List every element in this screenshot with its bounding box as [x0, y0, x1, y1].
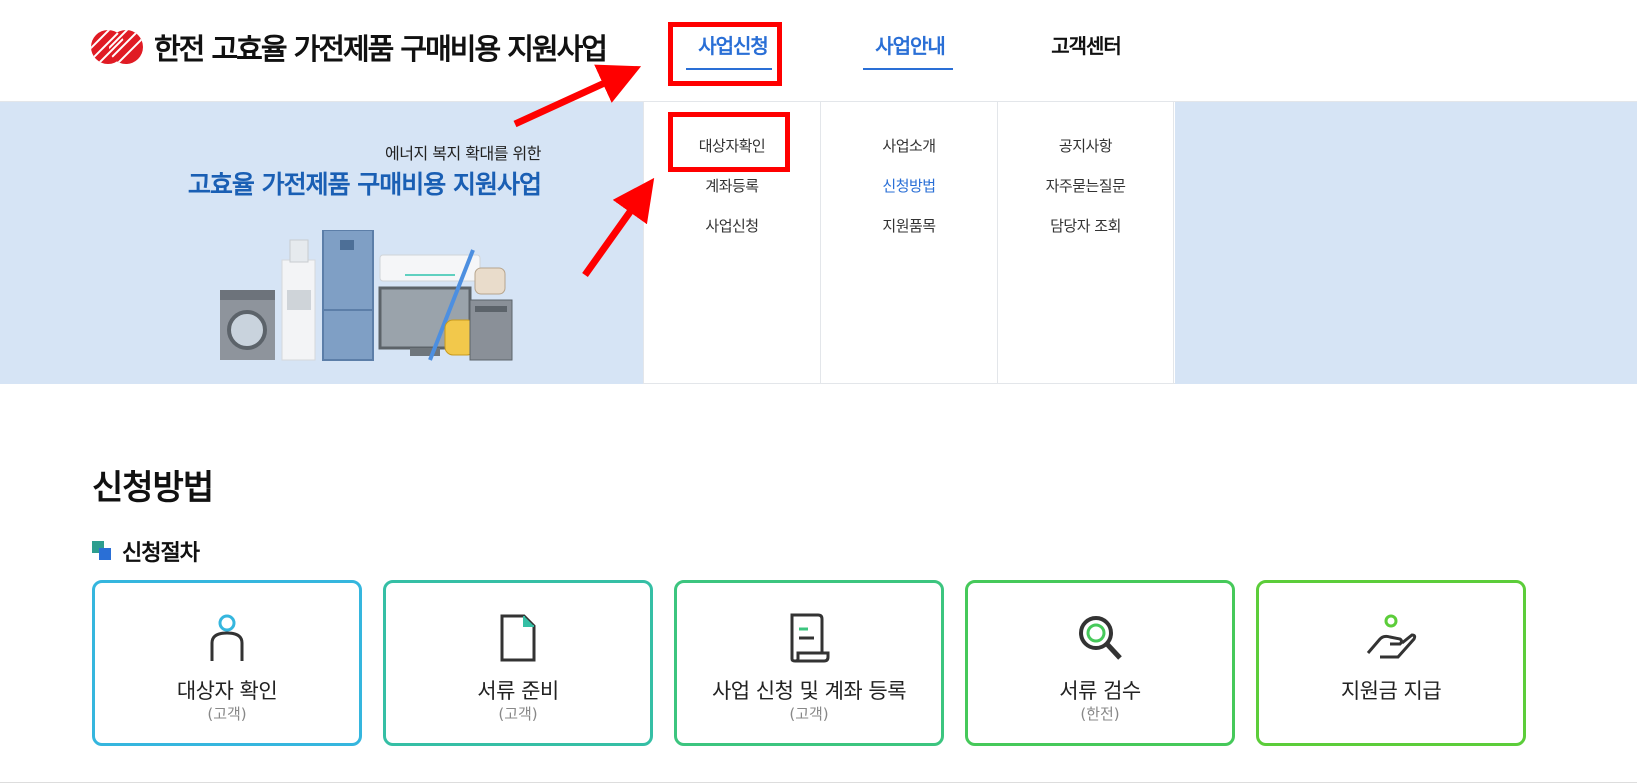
step-actor: (고객) — [207, 705, 247, 723]
logo-text: 한전 고효율 가전제품 구매비용 지원사업 — [154, 32, 608, 66]
step-payment: 지원금 지급 — [1256, 580, 1526, 746]
menu-notices[interactable]: 공지사항 — [998, 132, 1173, 172]
bullet-squares-icon — [92, 541, 112, 561]
kepco-logo-icon — [91, 30, 143, 64]
step-application: 사업 신청 및 계좌 등록 (고객) — [674, 580, 944, 746]
annotation-box-menu — [668, 112, 790, 172]
menu-account-registration[interactable]: 계좌등록 — [644, 172, 820, 212]
step-documents: 서류 준비 (고객) — [383, 580, 653, 746]
menu-business-application[interactable]: 사업신청 — [644, 212, 820, 252]
section-title: 신청절차 — [122, 541, 200, 566]
site-header: 한전 고효율 가전제품 구매비용 지원사업 사업신청 사업안내 고객센터 — [0, 0, 1637, 102]
nav-customer-center[interactable]: 고객센터 — [1046, 30, 1126, 59]
page-title: 신청방법 — [92, 468, 214, 508]
footer-divider — [0, 782, 1637, 783]
appliances-illustration — [220, 230, 513, 361]
step-label: 사업 신청 및 계좌 등록 — [711, 679, 907, 703]
menu-application-method[interactable]: 신청방법 — [821, 172, 997, 212]
magnifier-icon — [968, 613, 1232, 667]
step-label: 서류 검수 — [1059, 679, 1141, 703]
step-label: 대상자 확인 — [176, 679, 278, 703]
banner-right-fill — [1175, 102, 1637, 384]
step-eligibility: 대상자 확인 (고객) — [92, 580, 362, 746]
person-icon — [95, 613, 359, 667]
nav-guide-underline — [863, 68, 953, 70]
menu-support-items[interactable]: 지원품목 — [821, 212, 997, 252]
step-review: 서류 검수 (한전) — [965, 580, 1235, 746]
step-actor: (고객) — [498, 705, 538, 723]
annotation-box-nav — [668, 22, 782, 86]
banner-subtitle: 에너지 복지 확대를 위한 — [385, 144, 541, 163]
menu-business-intro[interactable]: 사업소개 — [821, 132, 997, 172]
dropdown-column-guide: 사업소개 신청방법 지원품목 — [820, 102, 997, 383]
site-logo[interactable]: 한전 고효율 가전제품 구매비용 지원사업 — [90, 26, 608, 68]
step-actor: (한전) — [1080, 705, 1120, 723]
receipt-icon — [677, 613, 941, 667]
hand-coin-icon — [1259, 613, 1523, 667]
step-label: 지원금 지급 — [1340, 679, 1442, 703]
section-heading: 신청절차 — [92, 535, 200, 567]
document-icon — [386, 613, 650, 667]
process-steps: 대상자 확인 (고객) 서류 준비 (고객) 사업 신청 및 계좌 등록 (고객… — [92, 580, 1532, 746]
nav-guide[interactable]: 사업안내 — [870, 30, 950, 59]
dropdown-column-customer: 공지사항 자주묻는질문 담당자 조회 — [997, 102, 1174, 383]
hero-banner: 에너지 복지 확대를 위한 고효율 가전제품 구매비용 지원사업 — [0, 102, 643, 384]
menu-contact-lookup[interactable]: 담당자 조회 — [998, 212, 1173, 252]
step-label: 서류 준비 — [477, 679, 559, 703]
banner-title: 고효율 가전제품 구매비용 지원사업 — [187, 170, 542, 199]
step-actor: (고객) — [789, 705, 829, 723]
menu-faq[interactable]: 자주묻는질문 — [998, 172, 1173, 212]
